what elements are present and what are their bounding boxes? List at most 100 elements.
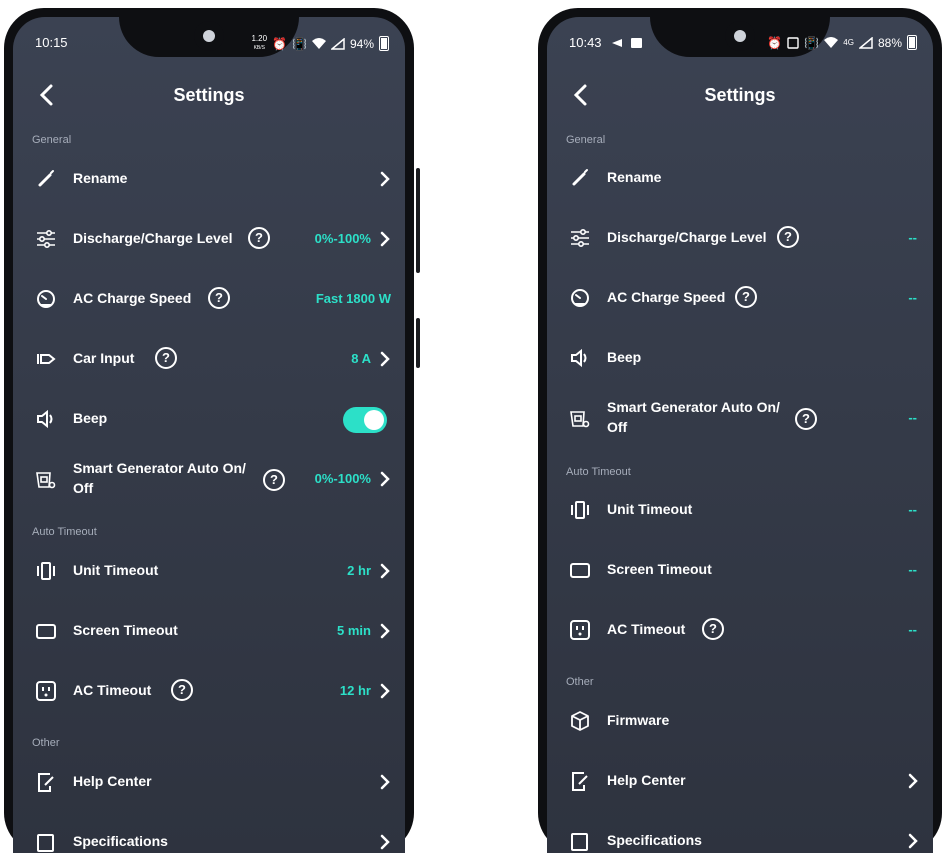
help-center-row[interactable]: Help Center xyxy=(547,761,933,801)
device-icon xyxy=(569,499,591,521)
car-plug-icon xyxy=(35,348,57,370)
help-doc-icon xyxy=(569,770,591,792)
outlet-icon xyxy=(35,680,57,702)
chevron-right-icon xyxy=(379,471,391,487)
battery-percent: 94% xyxy=(349,36,374,51)
device-icon xyxy=(35,560,57,582)
rename-label: Rename xyxy=(73,170,128,186)
section-general: General xyxy=(566,134,606,146)
chevron-right-icon xyxy=(379,563,391,579)
chevron-right-icon xyxy=(379,774,391,790)
help-doc-icon xyxy=(35,771,57,793)
chevron-right-icon xyxy=(379,623,391,639)
speedometer-icon xyxy=(35,288,57,310)
car-input-row[interactable]: Car Input ? 8 A xyxy=(13,339,405,379)
smart-generator-value: 0%-100% xyxy=(314,471,371,486)
ac-timeout-value: 12 hr xyxy=(339,683,371,698)
smart-generator-row[interactable]: Smart Generator Auto On/ Off ? 0%-100% xyxy=(13,457,405,501)
status-bar: 10:43 ⏰ 📳 4G 88% xyxy=(547,17,933,59)
screen-timeout-row[interactable]: Screen Timeout -- xyxy=(547,550,933,590)
unit-timeout-row[interactable]: Unit Timeout -- xyxy=(547,490,933,530)
toggle-knob xyxy=(364,410,384,430)
chevron-right-icon xyxy=(379,683,391,699)
help-center-row[interactable]: Help Center xyxy=(13,762,405,802)
beep-row: Beep xyxy=(13,399,405,439)
unit-timeout-row[interactable]: Unit Timeout 2 hr xyxy=(13,551,405,591)
camera xyxy=(194,21,224,51)
alarm-icon: ⏰ xyxy=(272,36,288,51)
unit-timeout-value: 2 hr xyxy=(347,563,371,578)
help-icon[interactable]: ? xyxy=(702,618,724,640)
beep-toggle[interactable] xyxy=(343,407,387,433)
spec-sheet-icon xyxy=(35,831,57,853)
help-icon[interactable]: ? xyxy=(777,226,799,248)
network-speed: 1.20 KB/S xyxy=(251,35,267,52)
outlet-icon xyxy=(569,619,591,641)
generator-icon xyxy=(569,407,591,429)
discharge-charge-value: -- xyxy=(908,230,917,245)
car-input-value: 8 A xyxy=(351,351,371,366)
beep-row[interactable]: Beep xyxy=(547,338,933,378)
section-other: Other xyxy=(566,676,594,688)
speaker-icon xyxy=(569,347,591,369)
specifications-row[interactable]: Specifications xyxy=(547,821,933,853)
help-icon[interactable]: ? xyxy=(155,347,177,369)
cell-signal-icon xyxy=(330,37,345,50)
screen-timeout-value: -- xyxy=(908,562,917,577)
ac-timeout-row[interactable]: AC Timeout ? -- xyxy=(547,610,933,650)
firmware-row[interactable]: Firmware xyxy=(547,701,933,741)
pencil-icon xyxy=(569,167,591,189)
rename-row[interactable]: Rename xyxy=(13,159,405,199)
specifications-row[interactable]: Specifications xyxy=(13,822,405,853)
status-time-value: 10:43 xyxy=(569,35,602,50)
screen-timeout-row[interactable]: Screen Timeout 5 min xyxy=(13,611,405,651)
generator-icon xyxy=(35,468,57,490)
smart-generator-value: -- xyxy=(908,410,917,425)
page-title: Settings xyxy=(704,85,776,105)
ac-charge-speed-row[interactable]: AC Charge Speed ? -- xyxy=(547,278,933,318)
section-auto-timeout: Auto Timeout xyxy=(32,526,97,538)
ac-timeout-value: -- xyxy=(908,622,917,637)
battery-percent: 88% xyxy=(877,35,902,50)
pencil-icon xyxy=(35,168,57,190)
calendar-icon xyxy=(787,36,800,49)
chevron-right-icon xyxy=(907,773,919,789)
spec-sheet-icon xyxy=(569,830,591,852)
smart-generator-label: Smart Generator Auto On/ Off xyxy=(73,460,246,496)
smart-generator-row[interactable]: Smart Generator Auto On/ Off ? -- xyxy=(547,396,933,440)
rename-row[interactable]: Rename xyxy=(547,158,933,198)
sliders-icon xyxy=(569,227,591,249)
discharge-charge-row[interactable]: Discharge/Charge Level ? 0%-100% xyxy=(13,219,405,259)
discharge-charge-row[interactable]: Discharge/Charge Level ? -- xyxy=(547,218,933,258)
ac-charge-speed-label: AC Charge Speed xyxy=(73,290,192,306)
wifi-icon xyxy=(311,37,326,50)
camera xyxy=(725,21,755,51)
chevron-right-icon xyxy=(379,351,391,367)
section-general: General xyxy=(32,134,72,146)
help-icon[interactable]: ? xyxy=(248,227,270,249)
power-button xyxy=(416,318,420,368)
help-icon[interactable]: ? xyxy=(263,469,285,491)
help-icon[interactable]: ? xyxy=(208,287,230,309)
cube-icon xyxy=(569,710,591,732)
help-icon[interactable]: ? xyxy=(171,679,193,701)
ac-timeout-row[interactable]: AC Timeout ? 12 hr xyxy=(13,671,405,711)
rename-label: Rename xyxy=(607,169,662,185)
discharge-charge-label: Discharge/Charge Level xyxy=(607,229,767,245)
smart-generator-label: Smart Generator Auto On/ Off xyxy=(607,399,780,435)
sliders-icon xyxy=(35,228,57,250)
network-type: 4G xyxy=(843,38,854,47)
status-bar: 10:15 1.20 KB/S ⏰ 📳 94% xyxy=(13,17,405,59)
speaker-icon xyxy=(35,408,57,430)
help-icon[interactable]: ? xyxy=(735,286,757,308)
car-input-label: Car Input xyxy=(73,350,135,366)
chevron-right-icon xyxy=(379,231,391,247)
ac-charge-speed-value: Fast 1800 W xyxy=(315,291,391,306)
firmware-label: Firmware xyxy=(607,712,670,728)
help-icon[interactable]: ? xyxy=(795,408,817,430)
help-center-label: Help Center xyxy=(73,773,152,789)
page-title: Settings xyxy=(173,85,245,105)
alarm-icon: ⏰ xyxy=(767,35,783,50)
ac-charge-speed-row[interactable]: AC Charge Speed ? Fast 1800 W xyxy=(13,279,405,319)
screen-icon xyxy=(569,559,591,581)
